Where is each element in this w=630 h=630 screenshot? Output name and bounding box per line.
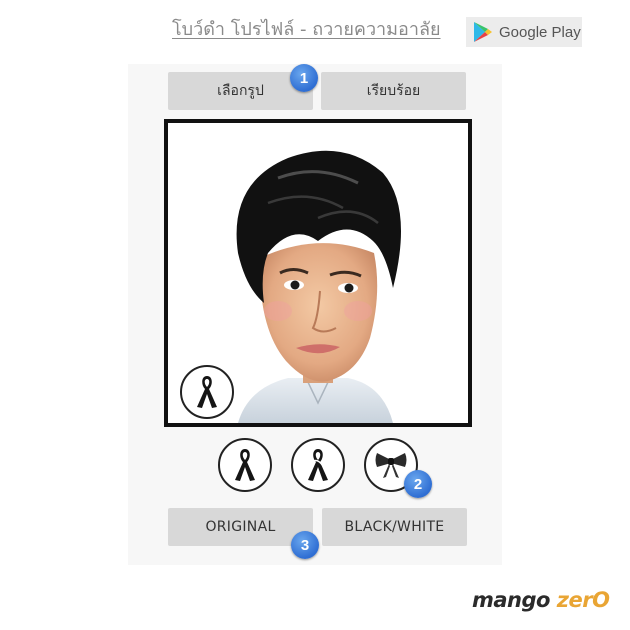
black-ribbon-white-outline-icon [308,449,328,481]
mango-zero-logo: mango zerO [472,588,610,612]
preview-ribbon-overlay[interactable] [180,365,234,419]
step-badge-1: 1 [290,64,318,92]
google-play-badge[interactable]: Google Play [466,17,582,47]
logo-part-zero: zer [556,588,593,612]
logo-part-mango-o: O [592,588,610,612]
step-badge-2: 2 [404,470,432,498]
step-badge-3: 3 [291,531,319,559]
black-ribbon-icon [197,376,217,408]
ribbon-option-2[interactable] [291,438,345,492]
logo-part-mango: mango [472,588,550,612]
ribbon-option-1[interactable] [218,438,272,492]
done-button[interactable]: เรียบร้อย [321,72,466,110]
google-play-icon [474,22,492,42]
app-title-link[interactable]: โบว์ดำ โปรไฟล์ - ถวายความอาลัย [172,14,441,43]
black-bow-icon [375,453,407,478]
app-panel: เลือกรูป เรียบร้อย 1 2 ORIGINAL BLACK/WH… [128,64,502,565]
black-ribbon-icon [235,449,255,481]
profile-preview [164,119,472,427]
google-play-label: Google Play [499,23,581,41]
black-white-filter-button[interactable]: BLACK/WHITE [322,508,467,546]
